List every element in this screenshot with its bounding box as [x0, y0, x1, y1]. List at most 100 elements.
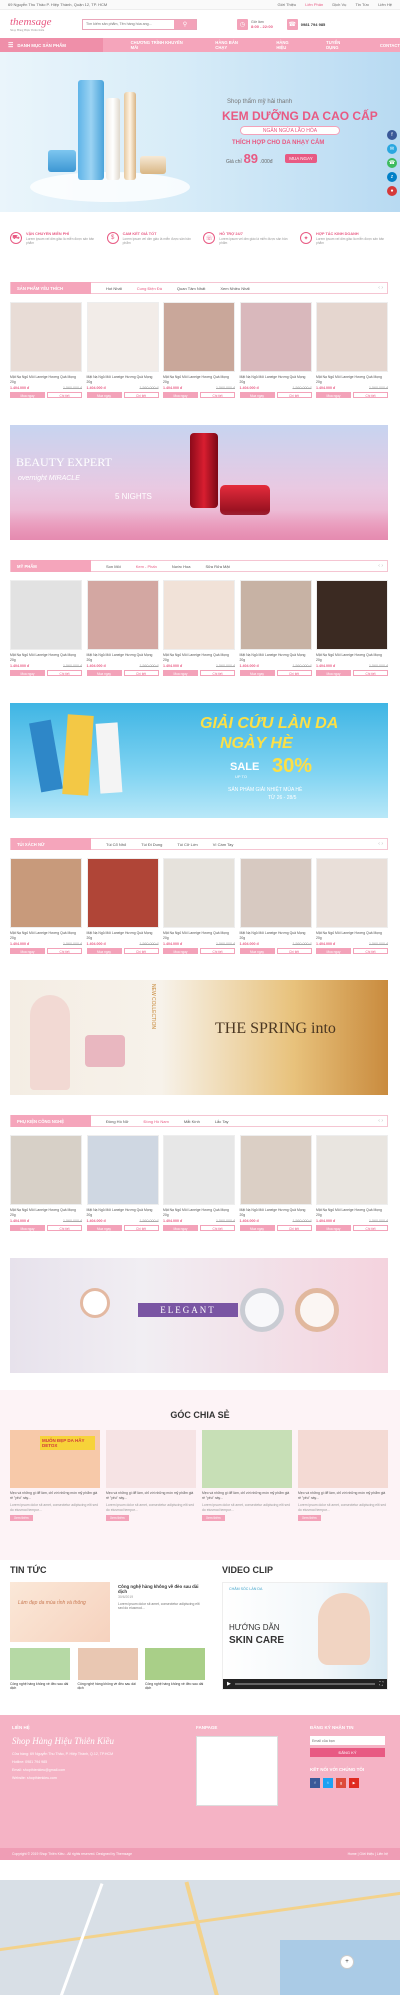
- product-card[interactable]: Mặt Nạ Ngủ Môi Laneige Hương Quả Mọng 20…: [316, 302, 388, 412]
- product-image[interactable]: [239, 858, 312, 928]
- product-name[interactable]: Mặt Nạ Ngủ Môi Laneige Hương Quả Mọng 20…: [163, 1208, 235, 1217]
- zalo-float-icon[interactable]: z: [387, 172, 397, 182]
- hero-buy-button[interactable]: MUA NGAY: [285, 154, 317, 163]
- footer-bottom-links[interactable]: Home | Giới thiệu | Liên hệ: [348, 1852, 388, 1856]
- banner-spring[interactable]: NEW COLLECTION THE SPRING into: [10, 980, 388, 1095]
- tab-hot[interactable]: Hot Nhất: [106, 286, 122, 291]
- product-name[interactable]: Mặt Nạ Ngủ Môi Laneige Hương Quả Mọng 20…: [10, 375, 82, 384]
- hero-banner[interactable]: Shop thẩm mỹ hải thanh KEM DƯỠNG DA CAO …: [0, 52, 400, 212]
- tab-cleanser[interactable]: Sữa Rửa Mặt: [205, 564, 229, 569]
- search-input[interactable]: [83, 19, 174, 29]
- tab-mens-watch[interactable]: Đồng Hồ Nam: [143, 1119, 168, 1124]
- product-name[interactable]: Mặt Nạ Ngủ Môi Laneige Hương Quả Mọng 20…: [87, 375, 159, 384]
- product-image[interactable]: [316, 302, 388, 372]
- top-link-services[interactable]: Dịch Vụ: [332, 2, 346, 7]
- detail-button[interactable]: Chi tiết: [200, 392, 235, 398]
- news-small-item[interactable]: Công nghệ hàng không về đèo sau dài dịch: [10, 1648, 70, 1690]
- product-card[interactable]: Mặt Nạ Ngủ Môi Laneige Hương Quả Mọng 20…: [239, 1135, 312, 1245]
- product-name[interactable]: Mặt Nạ Ngủ Môi Laneige Hương Quả Mọng 20…: [87, 1208, 159, 1217]
- product-name[interactable]: Mặt Nạ Ngủ Môi Laneige Hương Quả Mọng 20…: [10, 931, 82, 940]
- product-image[interactable]: [239, 580, 312, 650]
- detail-button[interactable]: Chi tiết: [353, 670, 388, 676]
- product-card[interactable]: Mặt Nạ Ngủ Môi Laneige Hương Quả Mọng 20…: [239, 302, 312, 412]
- product-image[interactable]: [316, 858, 388, 928]
- product-name[interactable]: Mặt Nạ Ngủ Môi Laneige Hương Quả Mọng 20…: [316, 931, 388, 940]
- buy-now-button[interactable]: Mua ngay: [86, 392, 122, 398]
- phone-float-icon[interactable]: ☎: [387, 158, 397, 168]
- share-post-card[interactable]: Mẹo và những gì để làm, chỉ với những mó…: [298, 1430, 388, 1550]
- product-image[interactable]: [10, 302, 82, 372]
- product-card[interactable]: Mặt Nạ Ngủ Môi Laneige Hương Quả Mọng 20…: [316, 1135, 388, 1245]
- buy-now-button[interactable]: Mua ngay: [316, 1225, 351, 1231]
- detail-button[interactable]: Chi tiết: [200, 670, 235, 676]
- nav-item-brands[interactable]: HÀNG HIỆU: [276, 40, 298, 50]
- product-name[interactable]: Mặt Nạ Ngủ Môi Laneige Hương Quả Mọng 20…: [10, 653, 82, 662]
- read-more-button[interactable]: Xem thêm: [106, 1515, 129, 1521]
- product-card[interactable]: Mặt Nạ Ngủ Môi Laneige Hương Quả Mọng 20…: [239, 858, 312, 968]
- product-image[interactable]: [86, 1135, 159, 1205]
- buy-now-button[interactable]: Mua ngay: [239, 670, 275, 676]
- facebook-icon[interactable]: f: [310, 1778, 320, 1788]
- share-post-image[interactable]: [202, 1430, 292, 1488]
- product-name[interactable]: Mặt Nạ Ngủ Môi Laneige Hương Quả Mọng 20…: [240, 1208, 312, 1217]
- detail-button[interactable]: Chi tiết: [276, 392, 312, 398]
- tab-palace[interactable]: Cung Điện Đá: [137, 286, 162, 291]
- product-card[interactable]: Mặt Nạ Ngủ Môi Laneige Hương Quả Mọng 20…: [86, 858, 159, 968]
- fanpage-widget[interactable]: [196, 1736, 278, 1806]
- newsletter-email-input[interactable]: [310, 1736, 385, 1745]
- buy-now-button[interactable]: Mua ngay: [316, 670, 351, 676]
- news-lead-title[interactable]: Công nghệ hàng không về đèo sau dài dịch: [118, 1584, 203, 1594]
- banner-summer-sale[interactable]: GIẢI CỨU LÀN DA NGÀY HÈ SALE UP TO 30% S…: [10, 703, 388, 818]
- read-more-button[interactable]: Xem thêm: [298, 1515, 321, 1521]
- detail-button[interactable]: Chi tiết: [47, 392, 82, 398]
- product-card[interactable]: Mặt Nạ Ngủ Môi Laneige Hương Quả Mọng 20…: [316, 858, 388, 968]
- tab-clutch[interactable]: Ví Cầm Tay: [213, 842, 234, 847]
- product-card[interactable]: Mặt Nạ Ngủ Môi Laneige Hương Quả Mọng 20…: [163, 858, 235, 968]
- detail-button[interactable]: Chi tiết: [47, 948, 82, 954]
- hotline-info[interactable]: ☎ 0981 794 985: [286, 18, 325, 30]
- nav-item-promotions[interactable]: CHƯƠNG TRÌNH KHUYẾN MÃI: [131, 40, 188, 50]
- product-name[interactable]: Mặt Nạ Ngủ Môi Laneige Hương Quả Mọng 20…: [10, 1208, 82, 1217]
- product-card[interactable]: Mặt Nạ Ngủ Môi Laneige Hương Quả Mọng 20…: [163, 302, 235, 412]
- nav-item-bestsellers[interactable]: HÀNG BÁN CHẠY: [215, 40, 248, 50]
- tab-most-viewed[interactable]: Xem Nhiều Nhất: [220, 286, 249, 291]
- play-icon[interactable]: ▶: [227, 1681, 231, 1687]
- product-name[interactable]: Mặt Nạ Ngủ Môi Laneige Hương Quả Mọng 20…: [87, 931, 159, 940]
- product-card[interactable]: Mặt Nạ Ngủ Môi Laneige Hương Quả Mọng 20…: [163, 1135, 235, 1245]
- detail-button[interactable]: Chi tiết: [200, 1225, 235, 1231]
- detail-button[interactable]: Chi tiết: [276, 948, 312, 954]
- detail-button[interactable]: Chi tiết: [276, 1225, 312, 1231]
- product-card[interactable]: Mặt Nạ Ngủ Môi Laneige Hương Quả Mọng 20…: [163, 580, 235, 690]
- product-image[interactable]: [316, 1135, 388, 1205]
- buy-now-button[interactable]: Mua ngay: [163, 670, 198, 676]
- product-image[interactable]: [163, 1135, 235, 1205]
- share-post-card[interactable]: Mẹo và những gì để làm, chỉ với những mó…: [106, 1430, 196, 1550]
- carousel-arrows-icon[interactable]: ‹ ›: [378, 563, 383, 569]
- buy-now-button[interactable]: Mua ngay: [86, 1225, 122, 1231]
- detail-button[interactable]: Chi tiết: [200, 948, 235, 954]
- buy-now-button[interactable]: Mua ngay: [10, 948, 45, 954]
- detail-button[interactable]: Chi tiết: [353, 1225, 388, 1231]
- buy-now-button[interactable]: Mua ngay: [10, 1225, 45, 1231]
- product-image[interactable]: [10, 580, 82, 650]
- product-image[interactable]: [239, 302, 312, 372]
- product-image[interactable]: [163, 580, 235, 650]
- read-more-button[interactable]: Xem thêm: [10, 1515, 33, 1521]
- share-post-title[interactable]: Mẹo và những gì để làm, chỉ với những mó…: [202, 1491, 292, 1500]
- carousel-arrows-icon[interactable]: ‹ ›: [378, 841, 383, 847]
- logo[interactable]: themsage Shop Hàng Hiệu Thiên Kiều: [10, 16, 80, 32]
- top-link-news[interactable]: Tin Tức: [356, 2, 370, 7]
- category-menu-button[interactable]: ☰ DANH MỤC SẢN PHẨM: [0, 38, 103, 52]
- share-post-title[interactable]: Mẹo và những gì để làm, chỉ với những mó…: [106, 1491, 196, 1500]
- location-map[interactable]: +: [0, 1880, 400, 1995]
- product-name[interactable]: Mặt Nạ Ngủ Môi Laneige Hương Quả Mọng 20…: [163, 931, 235, 940]
- buy-now-button[interactable]: Mua ngay: [239, 1225, 275, 1231]
- buy-now-button[interactable]: Mua ngay: [163, 948, 198, 954]
- product-card[interactable]: Mặt Nạ Ngủ Môi Laneige Hương Quả Mọng 20…: [239, 580, 312, 690]
- tab-lipstick[interactable]: Son Môi: [106, 564, 121, 569]
- buy-now-button[interactable]: Mua ngay: [239, 948, 275, 954]
- product-image[interactable]: [239, 1135, 312, 1205]
- youtube-icon[interactable]: ▶: [349, 1778, 359, 1788]
- share-post-card[interactable]: Mẹo và những gì để làm, chỉ với những mó…: [202, 1430, 292, 1550]
- product-image[interactable]: [10, 1135, 82, 1205]
